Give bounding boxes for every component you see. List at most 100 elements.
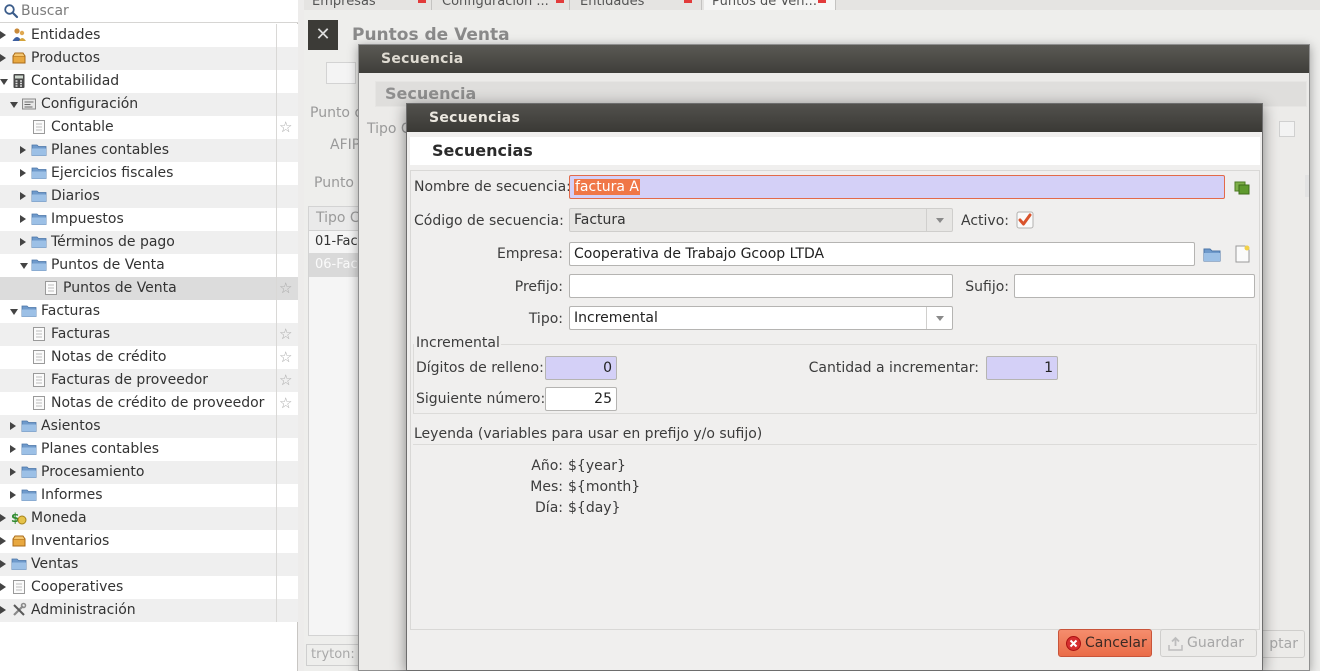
accept-button[interactable]: ptar <box>1259 630 1305 658</box>
expanded-arrow-icon[interactable] <box>0 79 8 85</box>
new-record-icon[interactable] <box>326 62 356 84</box>
sidebar-item[interactable]: Procesamiento <box>0 461 298 484</box>
sufijo-field[interactable] <box>1014 274 1255 298</box>
form-header: ✕ Puntos de Venta <box>304 14 1320 50</box>
sidebar-item[interactable]: Administración <box>0 599 298 622</box>
column-divider <box>276 254 277 277</box>
siguiente-field[interactable]: 25 <box>545 387 617 411</box>
sidebar-item[interactable]: Diarios <box>0 185 298 208</box>
tab-configuracion[interactable]: Configuración ... <box>434 0 570 10</box>
collapsed-arrow-icon[interactable] <box>0 31 6 39</box>
search-input[interactable] <box>21 1 291 21</box>
sidebar-item[interactable]: Puntos de Venta ☆ <box>0 277 298 300</box>
search-box[interactable] <box>0 0 298 23</box>
favorite-star-icon[interactable]: ☆ <box>279 325 295 343</box>
list-item[interactable]: 01-Fact <box>315 234 363 249</box>
sidebar-item[interactable]: Ventas <box>0 553 298 576</box>
collapsed-arrow-icon[interactable] <box>10 491 16 499</box>
sidebar-item[interactable]: Inventarios <box>0 530 298 553</box>
sidebar-item-label: Inventarios <box>31 533 110 549</box>
open-folder-icon[interactable] <box>1203 245 1221 263</box>
favorite-star-icon[interactable]: ☆ <box>279 371 295 389</box>
close-tab-icon[interactable] <box>818 0 826 3</box>
collapsed-arrow-icon[interactable] <box>10 422 16 430</box>
collapsed-arrow-icon[interactable] <box>0 54 6 62</box>
new-record-icon[interactable] <box>1233 245 1251 263</box>
favorite-star-icon[interactable]: ☆ <box>279 118 295 136</box>
sidebar-item[interactable]: Configuración <box>0 93 298 116</box>
prefijo-field[interactable] <box>569 274 953 298</box>
codigo-select[interactable]: Factura <box>569 208 953 232</box>
save-button[interactable]: Guardar <box>1160 629 1257 657</box>
collapsed-arrow-icon[interactable] <box>20 146 26 154</box>
sidebar-item-label: Ventas <box>31 556 79 572</box>
expanded-arrow-icon[interactable] <box>10 309 18 315</box>
tab-empresas[interactable]: Empresas <box>304 0 432 10</box>
column-divider <box>276 277 277 300</box>
collapsed-arrow-icon[interactable] <box>20 169 26 177</box>
sidebar-item[interactable]: Contable ☆ <box>0 116 298 139</box>
document-icon <box>31 349 47 365</box>
sidebar-item[interactable]: Ejercicios fiscales <box>0 162 298 185</box>
collapsed-arrow-icon[interactable] <box>0 514 6 522</box>
collapsed-arrow-icon[interactable] <box>0 606 6 614</box>
sidebar-item[interactable]: Facturas de proveedor ☆ <box>0 369 298 392</box>
tab-entidades[interactable]: Entidades <box>572 0 702 10</box>
activo-checkbox[interactable] <box>1016 211 1034 229</box>
close-tab-icon[interactable] <box>418 0 426 3</box>
sidebar-item[interactable]: Contabilidad <box>0 70 298 93</box>
sidebar-item[interactable]: Notas de crédito ☆ <box>0 346 298 369</box>
document-icon <box>31 119 47 135</box>
collapsed-arrow-icon[interactable] <box>20 215 26 223</box>
sidebar-item[interactable]: $ Moneda <box>0 507 298 530</box>
sidebar-item-label: Productos <box>31 50 101 66</box>
sidebar-item[interactable]: Productos <box>0 47 298 70</box>
tab-label: Puntos de Ven... <box>712 0 817 9</box>
digitos-field[interactable]: 0 <box>545 356 617 380</box>
translate-icon[interactable] <box>1233 178 1251 196</box>
collapsed-arrow-icon[interactable] <box>10 468 16 476</box>
chevron-down-icon[interactable] <box>926 307 952 329</box>
document-icon <box>11 579 27 595</box>
sidebar-item[interactable]: Facturas <box>0 300 298 323</box>
sidebar-item[interactable]: Informes <box>0 484 298 507</box>
sidebar-item[interactable]: Cooperatives <box>0 576 298 599</box>
favorite-star-icon[interactable]: ☆ <box>279 279 295 297</box>
collapsed-arrow-icon[interactable] <box>10 445 16 453</box>
sidebar-item[interactable]: Planes contables <box>0 438 298 461</box>
checkbox[interactable] <box>1279 121 1295 137</box>
favorite-star-icon[interactable]: ☆ <box>279 394 295 412</box>
collapsed-arrow-icon[interactable] <box>20 192 26 200</box>
tipo-select[interactable]: Incremental <box>569 306 953 330</box>
sidebar-item[interactable]: Facturas ☆ <box>0 323 298 346</box>
collapsed-arrow-icon[interactable] <box>0 583 6 591</box>
expanded-arrow-icon[interactable] <box>10 102 18 108</box>
sidebar-item-label: Entidades <box>31 27 101 43</box>
collapsed-arrow-icon[interactable] <box>20 238 26 246</box>
sidebar-item[interactable]: Puntos de Venta <box>0 254 298 277</box>
folder-icon <box>31 142 47 158</box>
close-icon[interactable]: ✕ <box>308 20 338 50</box>
sidebar-item[interactable]: Asientos <box>0 415 298 438</box>
cancel-button[interactable]: Cancelar <box>1058 629 1152 657</box>
close-tab-icon[interactable] <box>556 0 564 3</box>
close-tab-icon[interactable] <box>684 0 692 3</box>
sidebar-item-label: Puntos de Venta <box>51 257 165 273</box>
sidebar-item[interactable]: Planes contables <box>0 139 298 162</box>
column-divider <box>276 553 277 576</box>
collapsed-arrow-icon[interactable] <box>0 560 6 568</box>
nombre-field[interactable]: factura A <box>569 175 1225 199</box>
nombre-label: Nombre de secuencia: <box>414 179 571 195</box>
favorite-star-icon[interactable]: ☆ <box>279 348 295 366</box>
sidebar-item[interactable]: Notas de crédito de proveedor ☆ <box>0 392 298 415</box>
empresa-field[interactable]: Cooperativa de Trabajo Gcoop LTDA <box>569 242 1195 266</box>
sidebar-item[interactable]: Entidades <box>0 24 298 47</box>
collapsed-arrow-icon[interactable] <box>0 537 6 545</box>
tab-puntos-de-venta[interactable]: Puntos de Ven... <box>704 0 836 10</box>
expanded-arrow-icon[interactable] <box>20 263 28 269</box>
sidebar-item[interactable]: Términos de pago <box>0 231 298 254</box>
column-divider <box>276 139 277 162</box>
cantidad-field[interactable]: 1 <box>986 356 1058 380</box>
sidebar-item[interactable]: Impuestos <box>0 208 298 231</box>
tab-label: Entidades <box>580 0 645 9</box>
